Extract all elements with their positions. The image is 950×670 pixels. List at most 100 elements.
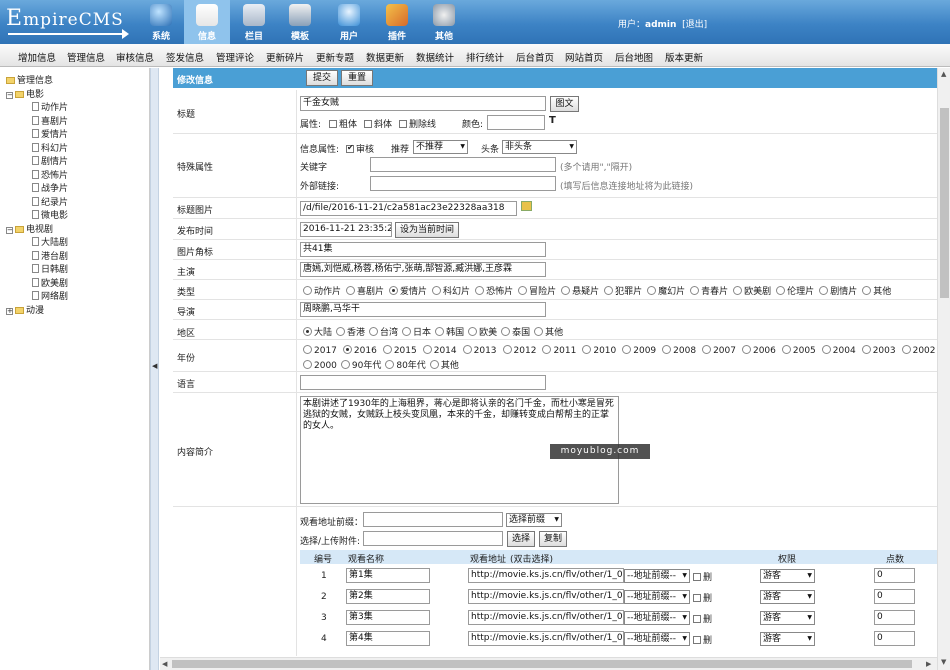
radio-button[interactable] [604,286,614,295]
episode-name-input[interactable]: 第1集 [346,568,430,583]
radio-button[interactable] [534,327,544,336]
tree-item[interactable]: 微电影 [32,208,68,221]
radio-option[interactable]: 欧美剧 [733,284,771,297]
radio-button[interactable] [776,286,786,295]
radio-button[interactable] [402,327,412,336]
radio-button[interactable] [422,345,432,354]
horizontal-scroll-thumb[interactable] [172,660,912,668]
prefix-select[interactable]: 选择前缀 [506,513,562,527]
radio-button[interactable] [542,345,552,354]
radio-button[interactable] [432,286,442,295]
episode-name-input[interactable]: 第3集 [346,610,430,625]
radio-button[interactable] [303,345,312,354]
radio-option[interactable]: 悬疑片 [561,284,599,297]
radio-button[interactable] [342,345,352,354]
expand-icon[interactable]: + [6,308,13,315]
radio-option[interactable]: 2009 [622,345,656,356]
horizontal-scrollbar[interactable]: ◀ ▶ [160,657,937,670]
director-input[interactable]: 周晓鹏,马华干 [300,302,546,317]
tree-item[interactable]: 恐怖片 [32,168,68,181]
radio-option[interactable]: 科幻片 [432,284,470,297]
episode-url-input[interactable]: http://movie.ks.js.cn/flv/other/1_0.r [468,610,624,625]
radio-option[interactable]: 香港 [336,325,365,338]
prefix-input[interactable] [363,512,503,527]
headline-select[interactable]: 非头条 [502,140,577,154]
radio-option[interactable]: 伦理片 [776,284,814,297]
radio-option[interactable]: 冒险片 [518,284,556,297]
delete-checkbox[interactable] [693,573,701,581]
copy-button[interactable]: 复制 [539,531,567,547]
menu-item[interactable]: 版本更新 [665,50,703,64]
radio-option[interactable]: 魔幻片 [647,284,685,297]
color-picker-icon[interactable]: T [549,115,556,126]
topnav-2[interactable]: 栏目 [231,0,277,44]
radio-option[interactable]: 台湾 [369,325,398,338]
radio-button[interactable] [340,360,350,369]
bold-option[interactable]: 粗体 [329,117,357,130]
episode-prefix-select[interactable]: --地址前缀-- [624,590,690,604]
tree-item[interactable]: 动作片 [32,100,68,113]
radio-button[interactable] [702,345,712,354]
episode-url-input[interactable]: http://movie.ks.js.cn/flv/other/1_0.r [468,589,624,604]
episode-prefix-select[interactable]: --地址前缀-- [624,632,690,646]
radio-button[interactable] [389,286,399,295]
radio-option[interactable]: 2005 [781,345,816,356]
topnav-0[interactable]: 系统 [138,0,184,44]
delete-checkbox[interactable] [693,594,701,602]
color-input[interactable] [487,115,545,130]
choose-button[interactable]: 选择 [507,531,535,547]
radio-option[interactable]: 犯罪片 [604,284,642,297]
radio-button[interactable] [901,345,911,354]
titlepic-input[interactable]: /d/file/2016-11-21/c2a581ac23e22328aa318 [300,201,517,216]
menu-item[interactable]: 审核信息 [116,50,154,64]
radio-option[interactable]: 日本 [402,325,431,338]
menu-item[interactable]: 网站首页 [565,50,603,64]
tree-movie[interactable]: − 电影 [6,87,44,100]
radio-button[interactable] [862,286,872,295]
radio-button[interactable] [435,327,445,336]
menu-item[interactable]: 更新专题 [316,50,354,64]
radio-option[interactable]: 2016 [342,345,377,356]
topnav-3[interactable]: 模板 [277,0,323,44]
tree-item[interactable]: 大陆剧 [32,235,68,248]
radio-option[interactable]: 2002 [901,345,936,356]
radio-option[interactable]: 韩国 [435,325,464,338]
radio-button[interactable] [781,345,791,354]
radio-option[interactable]: 2011 [542,345,576,356]
radio-option[interactable]: 2010 [582,345,616,356]
radio-button[interactable] [382,345,392,354]
radio-button[interactable] [741,345,751,354]
radio-button[interactable] [462,345,472,354]
topnav-4[interactable]: 用户 [326,0,372,44]
radio-option[interactable]: 其他 [429,358,459,371]
tree-item[interactable]: 港台剧 [32,249,68,262]
radio-option[interactable]: 2014 [422,345,457,356]
radio-button[interactable] [582,345,592,354]
radio-option[interactable]: 90年代 [340,358,381,371]
episode-points-input[interactable]: 0 [874,631,915,646]
tree-item[interactable]: 网络剧 [32,289,68,302]
recommend-select[interactable]: 不推荐 [413,140,468,154]
radio-option[interactable]: 2012 [502,345,536,356]
radio-button[interactable] [429,360,439,369]
strike-checkbox[interactable] [399,120,407,128]
tree-anime[interactable]: + 动漫 [6,303,44,316]
topnav-6[interactable]: 其他 [421,0,467,44]
menu-item[interactable]: 数据统计 [416,50,454,64]
bold-checkbox[interactable] [329,120,337,128]
episode-delete[interactable]: 删 [693,570,712,583]
collapse-icon[interactable]: − [6,227,13,234]
set-now-button[interactable]: 设为当前时间 [395,222,459,238]
episode-url-input[interactable]: http://movie.ks.js.cn/flv/other/1_0.r [468,568,624,583]
episode-prefix-select[interactable]: --地址前缀-- [624,611,690,625]
radio-button[interactable] [468,327,478,336]
menu-item[interactable]: 管理信息 [67,50,105,64]
topnav-5[interactable]: 插件 [374,0,420,44]
language-input[interactable] [300,375,546,390]
reset-button[interactable]: 重置 [341,70,373,86]
delete-checkbox[interactable] [693,636,701,644]
radio-button[interactable] [662,345,672,354]
radio-option[interactable]: 2008 [662,345,696,356]
delete-checkbox[interactable] [693,615,701,623]
radio-option[interactable]: 2007 [702,345,736,356]
